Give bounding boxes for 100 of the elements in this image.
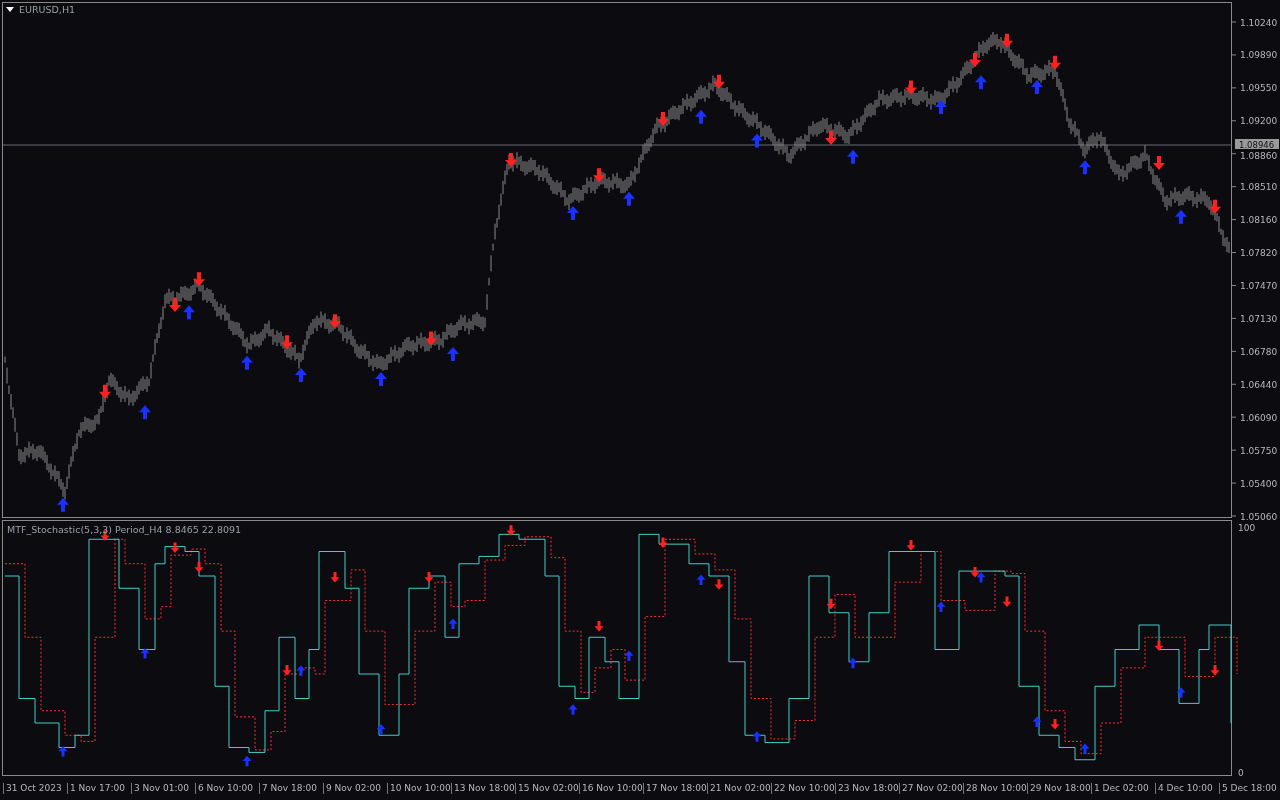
up-arrow-icon — [935, 100, 947, 115]
up-arrow-icon — [375, 371, 387, 386]
time-tick-label: 5 Dec 18:00 — [1219, 783, 1280, 794]
down-arrow-icon — [1001, 33, 1013, 48]
down-arrow-icon — [1050, 718, 1060, 730]
price-tick-label: 1.08860 — [1240, 150, 1278, 161]
down-arrow-icon — [714, 579, 724, 590]
up-arrow-icon — [447, 347, 459, 362]
down-arrow-icon — [1210, 665, 1220, 676]
price-tick-label: 1.09200 — [1240, 116, 1278, 127]
time-tick-label: 17 Nov 18:00 — [643, 783, 707, 794]
down-arrow-icon — [906, 540, 916, 551]
price-tick-label: 1.06440 — [1240, 379, 1278, 390]
time-tick-label: 16 Nov 10:00 — [579, 783, 643, 794]
up-arrow-icon — [448, 618, 458, 630]
time-tick-label: 10 Nov 10:00 — [387, 783, 451, 794]
price-tick-label: 1.08160 — [1240, 215, 1278, 226]
time-tick-label: 31 Oct 2023 — [3, 783, 67, 794]
up-arrow-icon — [696, 574, 706, 585]
price-tick-label: 1.06090 — [1240, 412, 1278, 423]
time-tick-label: 1 Nov 17:00 — [67, 783, 131, 794]
down-arrow-icon — [193, 272, 205, 287]
price-tick-label: 1.05750 — [1240, 445, 1278, 456]
down-arrow-icon — [1209, 199, 1221, 214]
down-arrow-icon — [713, 74, 725, 89]
down-arrow-icon — [969, 52, 981, 67]
down-arrow-icon — [825, 131, 837, 146]
down-arrow-icon — [826, 598, 836, 610]
up-arrow-icon — [241, 355, 253, 370]
down-arrow-icon — [506, 525, 516, 536]
up-arrow-icon — [751, 133, 763, 148]
up-arrow-icon — [1032, 716, 1042, 728]
down-arrow-icon — [99, 384, 111, 399]
price-tick-label: 1.07130 — [1240, 313, 1278, 324]
up-arrow-icon — [695, 109, 707, 124]
time-tick-label: 9 Nov 02:00 — [323, 783, 387, 794]
price-tick-label: 1.09890 — [1240, 50, 1278, 61]
price-tick-label: 1.08510 — [1240, 182, 1278, 193]
down-arrow-icon — [1153, 155, 1165, 170]
price-tick-label: 1.07470 — [1240, 280, 1278, 291]
up-arrow-icon — [376, 723, 386, 735]
dropdown-caret-icon[interactable] — [6, 6, 14, 13]
up-arrow-icon — [1176, 687, 1186, 698]
down-arrow-icon — [905, 80, 917, 95]
price-tick-label: 1.10240 — [1240, 17, 1278, 28]
down-arrow-icon — [1002, 596, 1012, 607]
up-arrow-icon — [296, 665, 306, 676]
up-arrow-icon — [936, 601, 946, 612]
down-arrow-icon — [424, 571, 434, 583]
down-arrow-icon — [593, 168, 605, 183]
down-arrow-icon — [970, 567, 980, 578]
time-tick-label: 29 Nov 18:00 — [1027, 783, 1091, 794]
up-arrow-icon — [975, 75, 987, 90]
down-arrow-icon — [1154, 640, 1164, 651]
down-arrow-icon — [330, 571, 340, 583]
symbol-title: EURUSD,H1 — [19, 4, 76, 15]
time-tick-label: 15 Nov 02:00 — [515, 783, 579, 794]
down-arrow-icon — [169, 298, 181, 312]
price-tick-label: 1.06780 — [1240, 346, 1278, 357]
time-tick-label: 4 Dec 10:00 — [1155, 783, 1219, 794]
up-arrow-icon — [624, 650, 634, 661]
up-arrow-icon — [848, 657, 858, 669]
up-arrow-icon — [568, 704, 578, 715]
down-arrow-icon — [194, 562, 204, 573]
down-arrow-icon — [281, 335, 293, 350]
up-arrow-icon — [58, 746, 68, 757]
time-tick-label: 3 Nov 01:00 — [131, 783, 195, 794]
time-tick-label: 22 Nov 10:00 — [771, 783, 835, 794]
time-tick-label: 23 Nov 18:00 — [835, 783, 899, 794]
up-arrow-icon — [976, 572, 986, 583]
up-arrow-icon — [139, 405, 151, 420]
time-tick-label: 27 Nov 02:00 — [899, 783, 963, 794]
up-arrow-icon — [1175, 209, 1187, 224]
up-arrow-icon — [57, 497, 69, 512]
up-arrow-icon — [847, 149, 859, 164]
price-tick-label: 1.07820 — [1240, 248, 1278, 259]
time-tick-label: 13 Nov 18:00 — [451, 783, 515, 794]
up-arrow-icon — [1079, 160, 1091, 175]
time-tick-label: 1 Dec 02:00 — [1091, 783, 1155, 794]
indicator-tick-label: 0 — [1238, 767, 1244, 777]
price-tick-label: 1.09550 — [1240, 83, 1278, 94]
time-tick-label: 7 Nov 18:00 — [259, 783, 323, 794]
up-arrow-icon — [140, 648, 150, 659]
down-arrow-icon — [1049, 55, 1061, 70]
up-arrow-icon — [242, 755, 252, 767]
down-arrow-icon — [657, 112, 669, 127]
indicator-title: MTF_Stochastic(5,3,3) Period_H4 8.8465 22.8091 — [7, 524, 242, 535]
down-arrow-icon — [594, 620, 604, 632]
indicator-tick-label: 100 — [1238, 522, 1256, 533]
up-arrow-icon — [183, 305, 195, 320]
down-arrow-icon — [505, 153, 517, 168]
up-arrow-icon — [752, 731, 762, 742]
price-tick-label: 1.05060 — [1240, 511, 1278, 520]
down-arrow-icon — [329, 314, 341, 329]
up-arrow-icon — [295, 368, 307, 383]
down-arrow-icon — [282, 665, 292, 676]
up-arrow-icon — [1080, 743, 1090, 755]
time-tick-label: 28 Nov 10:00 — [963, 783, 1027, 794]
up-arrow-icon — [567, 205, 579, 220]
up-arrow-icon — [1031, 80, 1043, 95]
